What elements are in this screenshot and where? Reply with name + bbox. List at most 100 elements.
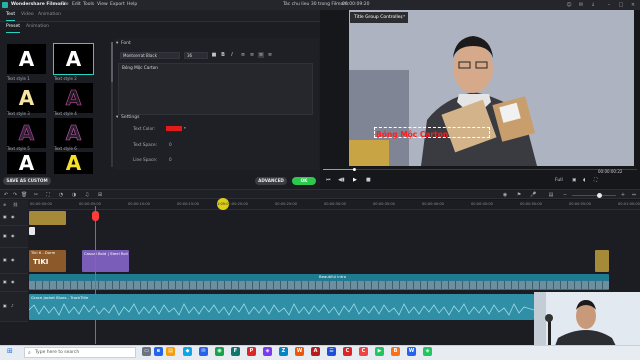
redo-icon[interactable]: ↷ bbox=[12, 192, 18, 198]
edge-browser-icon[interactable]: e bbox=[154, 347, 163, 356]
undo-icon[interactable]: ↶ bbox=[3, 192, 9, 198]
track-lock-icon[interactable]: ▣ bbox=[3, 304, 7, 308]
preset-scrollbar[interactable] bbox=[111, 42, 113, 167]
align-right-icon[interactable]: ≡ bbox=[267, 52, 273, 58]
preset-tile-8[interactable]: A bbox=[54, 151, 93, 175]
tab-animation[interactable]: Animation bbox=[38, 12, 61, 18]
menu-tools[interactable]: Tools bbox=[83, 2, 94, 8]
track-visibility-icon[interactable]: ◉ bbox=[11, 234, 15, 238]
voiceover-icon[interactable]: 🎤 bbox=[530, 192, 536, 198]
app-darkred-icon[interactable]: A bbox=[311, 347, 320, 356]
track-mute-icon[interactable]: ♪ bbox=[11, 304, 14, 308]
track-lock-icon[interactable]: ▣ bbox=[3, 280, 7, 284]
chrome-icon[interactable]: ◉ bbox=[215, 347, 224, 356]
app-green-icon[interactable]: ▶ bbox=[375, 347, 384, 356]
link-icon[interactable]: ⛓ bbox=[13, 203, 18, 207]
app-b-icon[interactable]: B bbox=[391, 347, 400, 356]
filmora-taskbar-icon[interactable]: F bbox=[231, 347, 240, 356]
color-icon[interactable]: ◑ bbox=[71, 192, 77, 198]
track-lock-icon[interactable]: ▣ bbox=[3, 234, 7, 238]
advanced-button[interactable]: ADVANCED bbox=[255, 177, 287, 185]
bold-button[interactable]: B bbox=[220, 52, 226, 58]
track-lock-icon[interactable]: ▣ bbox=[3, 258, 7, 262]
account-icon[interactable]: ☺ bbox=[566, 2, 572, 8]
download-icon[interactable]: ↓ bbox=[590, 2, 596, 8]
text-content-area[interactable]: Bóng Mộc Carton bbox=[118, 63, 313, 115]
preview-video[interactable] bbox=[349, 10, 634, 166]
play-icon[interactable]: ▶ bbox=[353, 178, 357, 183]
menu-help[interactable]: Help bbox=[127, 2, 137, 8]
quality-select[interactable]: Full bbox=[555, 178, 563, 184]
volume-icon[interactable]: ◖ bbox=[583, 178, 585, 184]
zoom-in-icon[interactable]: + bbox=[620, 192, 626, 198]
minimize-icon[interactable]: – bbox=[606, 2, 612, 8]
step-back-icon[interactable]: ◀▮ bbox=[338, 178, 345, 183]
text-color-picker[interactable] bbox=[166, 126, 182, 131]
menu-edit[interactable]: Edit bbox=[72, 2, 81, 8]
expand-icon[interactable]: ⤢ bbox=[401, 12, 405, 23]
mail-app-icon[interactable]: ✉ bbox=[199, 347, 208, 356]
font-size-select[interactable]: 36 bbox=[184, 52, 208, 59]
align-justify-icon[interactable]: ≡ bbox=[258, 52, 264, 58]
app-purple-icon[interactable]: ◈ bbox=[263, 347, 272, 356]
title-group-controller[interactable]: Title Group Controller ⤢ bbox=[350, 12, 408, 23]
text-color-swatch-icon[interactable]: ■ bbox=[211, 52, 217, 58]
title-clip-end[interactable] bbox=[595, 250, 609, 272]
font-family-select[interactable]: Montserrat Black bbox=[120, 52, 180, 59]
ok-button[interactable]: OK bbox=[292, 177, 316, 185]
line-space-value[interactable]: 0 bbox=[169, 157, 172, 162]
stop-icon[interactable]: ■ bbox=[366, 178, 371, 183]
fit-timeline-icon[interactable]: ⇔ bbox=[631, 192, 637, 198]
preset-tile-4[interactable]: A bbox=[54, 83, 93, 113]
maximize-icon[interactable]: □ bbox=[618, 2, 624, 8]
subtab-animation[interactable]: Animation bbox=[26, 24, 49, 30]
task-view-icon[interactable]: ▭ bbox=[142, 347, 151, 356]
snapshot-icon[interactable]: ▤ bbox=[548, 192, 554, 198]
word-icon[interactable]: W bbox=[407, 347, 416, 356]
mail-icon[interactable]: ✉ bbox=[578, 2, 584, 8]
timeline-ruler[interactable]: 00:00:00:00 00:00:05:00 00:00:10:00 00:00:1… bbox=[28, 200, 640, 210]
app-orange-icon[interactable]: W bbox=[295, 347, 304, 356]
preset-tile-5[interactable]: A bbox=[7, 118, 46, 148]
zoom-slider-knob[interactable] bbox=[597, 192, 602, 198]
add-track-icon[interactable]: ⊕ bbox=[3, 203, 6, 207]
menu-export[interactable]: Export bbox=[110, 2, 125, 8]
tab-video[interactable]: Video bbox=[21, 12, 34, 18]
app-blue-icon[interactable]: ☰ bbox=[327, 347, 336, 356]
color-dropdown-chevron-icon[interactable]: ▾ bbox=[184, 126, 186, 131]
zoom-slider[interactable] bbox=[572, 194, 616, 196]
track-visibility-icon[interactable]: ◉ bbox=[11, 280, 15, 284]
crop-icon[interactable]: ⛶ bbox=[45, 192, 51, 198]
menu-view[interactable]: View bbox=[97, 2, 108, 8]
font-section-chevron-icon[interactable]: ▾ bbox=[116, 41, 118, 47]
track-lock-icon[interactable]: ▣ bbox=[3, 215, 7, 219]
track-visibility-icon[interactable]: ◉ bbox=[11, 258, 15, 262]
tab-text[interactable]: Text bbox=[6, 12, 16, 20]
app-c-icon[interactable]: C bbox=[359, 347, 368, 356]
preset-tile-2[interactable]: A bbox=[53, 43, 94, 75]
delete-icon[interactable]: 🗑 bbox=[21, 192, 27, 198]
preset-tile-1[interactable]: A bbox=[7, 44, 46, 74]
title-clip-1[interactable] bbox=[29, 211, 66, 225]
file-explorer-icon[interactable]: ▤ bbox=[166, 347, 175, 356]
title-overlay-text[interactable]: Bóng Mộc Carton bbox=[376, 131, 448, 139]
split-screen-icon[interactable]: ⊞ bbox=[97, 192, 103, 198]
fullscreen-icon[interactable]: ⛶ bbox=[594, 178, 597, 184]
track-visibility-icon[interactable]: ◉ bbox=[11, 215, 15, 219]
marker-icon[interactable]: ⚑ bbox=[516, 192, 522, 198]
video-clip-main[interactable]: Beautiful Intro bbox=[29, 274, 609, 290]
store-icon[interactable]: ◆ bbox=[183, 347, 192, 356]
windows-start-icon[interactable]: ⊞ bbox=[7, 348, 13, 355]
render-icon[interactable]: ◉ bbox=[502, 192, 508, 198]
close-icon[interactable]: × bbox=[630, 2, 636, 8]
coccoc-icon[interactable]: C bbox=[343, 347, 352, 356]
speed-icon[interactable]: ◔ bbox=[58, 192, 64, 198]
menu-file[interactable]: File bbox=[61, 2, 69, 8]
app-g-icon[interactable]: ◈ bbox=[423, 347, 432, 356]
subtab-preset[interactable]: Preset bbox=[6, 24, 21, 32]
preset-tile-3[interactable]: A bbox=[7, 83, 46, 113]
previous-frame-icon[interactable]: ⏮ bbox=[326, 178, 331, 183]
pip-clip-tiki[interactable]: TIKI Tiki 6 - Dorm bbox=[29, 250, 66, 272]
zalo-icon[interactable]: Z bbox=[279, 347, 288, 356]
app-red-icon[interactable]: P bbox=[247, 347, 256, 356]
